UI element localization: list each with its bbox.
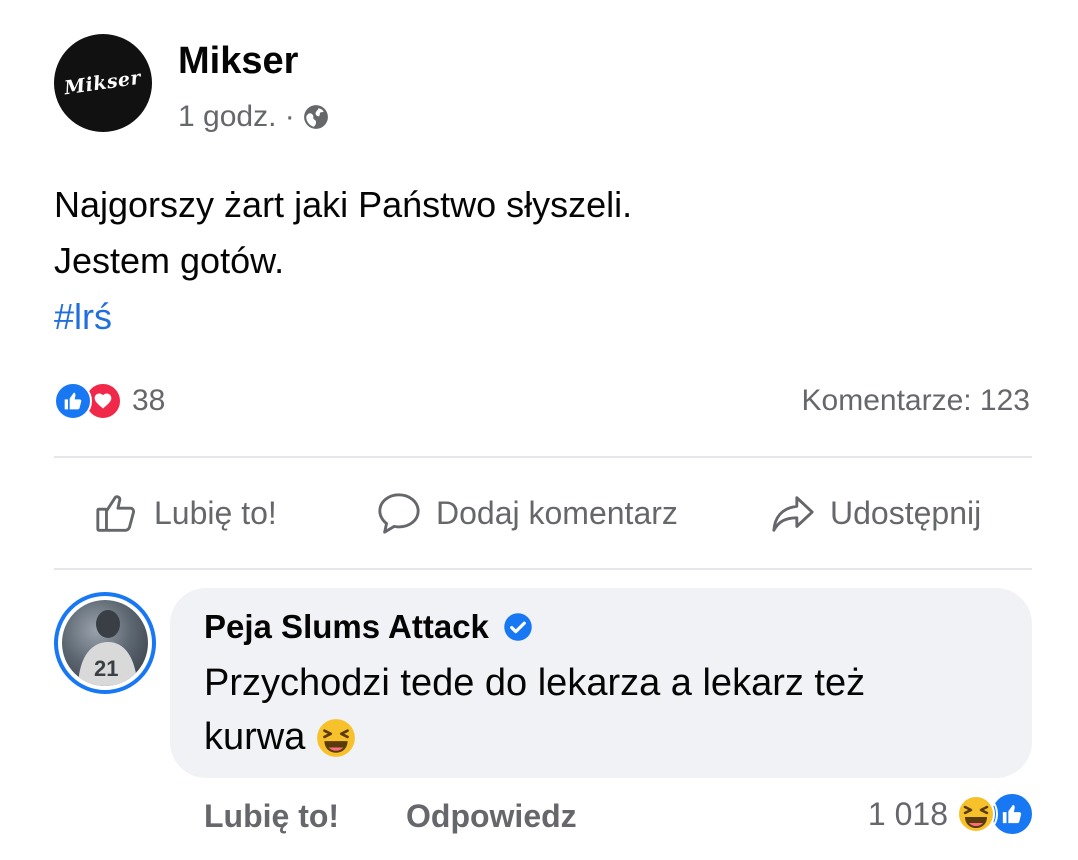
haha-reaction-icon <box>954 792 998 836</box>
comment-button-label: Dodaj komentarz <box>436 494 678 531</box>
divider <box>54 456 1032 458</box>
commenter-avatar[interactable]: 21 <box>54 592 156 694</box>
reactions-summary[interactable]: 38 <box>54 382 165 420</box>
post-time[interactable]: 1 godz. · <box>178 100 295 134</box>
post-text-line: Jestem gotów. <box>54 240 285 281</box>
comment-text-line: Przychodzi tede do lekarza a lekarz też <box>204 662 866 704</box>
comment-text: kurwa <box>204 716 306 758</box>
avatar-logo-text: Mikser <box>63 66 143 100</box>
divider <box>54 568 1032 570</box>
commenter-photo: 21 <box>62 600 148 686</box>
page-name[interactable]: Mikser <box>178 40 298 83</box>
commenter-name-text: Peja Slums Attack <box>204 608 489 645</box>
svg-text:21: 21 <box>94 656 118 681</box>
share-icon <box>772 496 814 532</box>
page-avatar[interactable]: Mikser <box>54 34 152 132</box>
laughing-emoji-icon <box>317 718 356 757</box>
comment-text-line-2: kurwa <box>204 716 357 759</box>
post-meta: 1 godz. · <box>178 100 329 134</box>
like-button-label: Lubię to! <box>154 494 277 531</box>
comment-like-button[interactable]: Lubię to! <box>204 798 339 835</box>
thumbs-up-icon <box>96 495 135 532</box>
share-button-label: Udostępnij <box>830 494 982 531</box>
verified-icon <box>504 613 532 641</box>
commenter-name[interactable]: Peja Slums Attack <box>204 608 533 646</box>
like-button[interactable]: Lubię to! <box>94 490 277 536</box>
hashtag-link[interactable]: #lrś <box>54 296 112 338</box>
share-button[interactable]: Udostępnij <box>770 490 981 536</box>
comment-icon <box>378 493 420 534</box>
post-text-line: Najgorszy żart jaki Państwo słyszeli. <box>54 184 633 225</box>
globe-icon <box>303 105 328 129</box>
comments-count-link[interactable]: Komentarze: 123 <box>802 384 1030 418</box>
comment-reactions[interactable]: 1 018 <box>868 792 1034 836</box>
like-reaction-icon <box>54 382 92 420</box>
reactions-count: 38 <box>132 384 166 417</box>
comment-button[interactable]: Dodaj komentarz <box>376 490 678 536</box>
comment-reply-button[interactable]: Odpowiedz <box>406 798 577 835</box>
comment-reactions-count: 1 018 <box>867 795 948 832</box>
